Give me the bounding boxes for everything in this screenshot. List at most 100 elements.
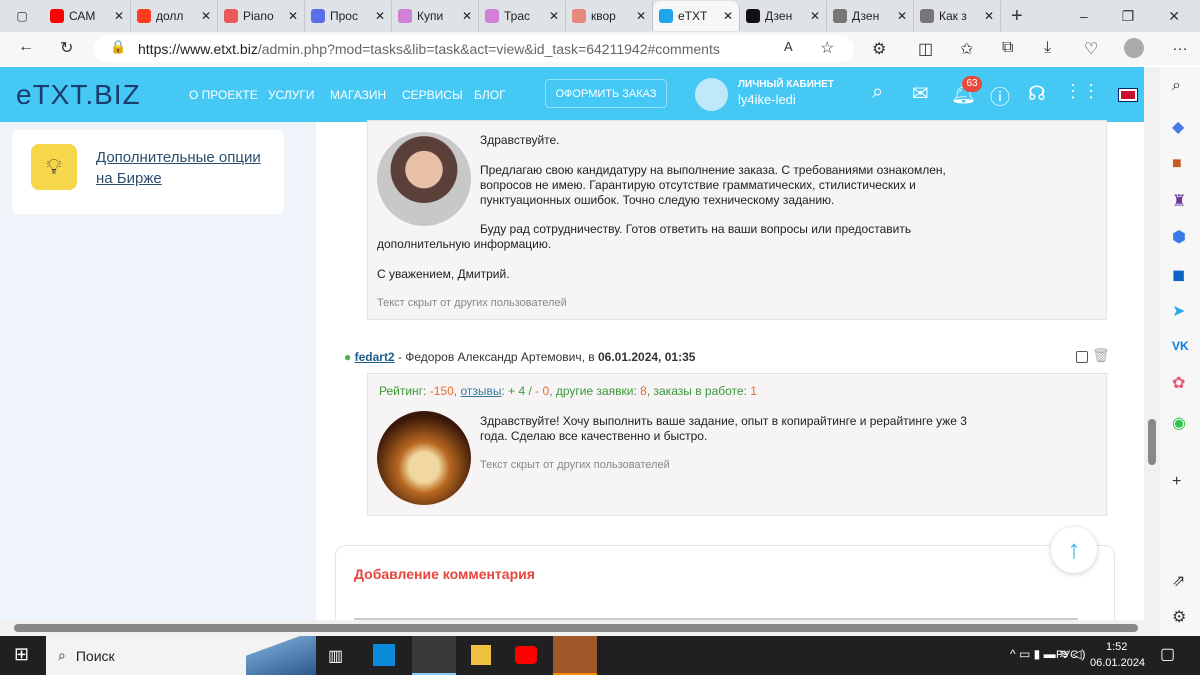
reviews-link[interactable]: отзывы: [460, 384, 501, 398]
tab-favicon-icon: [659, 9, 673, 23]
clock-date[interactable]: 06.01.2024: [1090, 657, 1145, 669]
browser-tab[interactable]: eTXT ✕: [653, 1, 740, 31]
close-tab-icon[interactable]: ✕: [288, 9, 298, 23]
mail-icon[interactable]: ✉: [912, 81, 929, 106]
browser-tab[interactable]: Piano ✕: [218, 1, 305, 31]
nav-services[interactable]: УСЛУГИ: [268, 88, 315, 102]
language-flag-icon[interactable]: [1118, 88, 1138, 102]
user-avatar[interactable]: [695, 78, 728, 111]
clock-time[interactable]: 1:52: [1106, 641, 1127, 653]
settings-icon[interactable]: ⚙: [1172, 607, 1186, 627]
nav-shop[interactable]: МАГАЗИН: [330, 88, 386, 102]
extensions-icon[interactable]: ⚙: [872, 39, 886, 59]
tab-actions-icon[interactable]: ▢: [0, 9, 44, 23]
browser-tab[interactable]: Купи ✕: [392, 1, 479, 31]
support-headset-icon[interactable]: ☊: [1028, 81, 1046, 106]
new-tab-button[interactable]: +: [1001, 5, 1033, 28]
more-menu-icon[interactable]: …: [1172, 37, 1188, 55]
commenter-photo: [377, 132, 471, 226]
order-button[interactable]: ОФОРМИТЬ ЗАКАЗ: [545, 79, 667, 108]
search-icon[interactable]: ⌕: [872, 81, 883, 104]
minimize-button[interactable]: –: [1080, 8, 1088, 25]
favorites-icon[interactable]: ✩: [960, 39, 973, 59]
tab-favicon-icon: [50, 9, 64, 23]
nav-blog[interactable]: БЛОГ: [474, 88, 506, 102]
shopping-tag-icon[interactable]: ◆: [1172, 117, 1184, 137]
send-icon[interactable]: ➤: [1172, 301, 1185, 321]
task-view-icon[interactable]: ▥: [328, 646, 343, 666]
select-checkbox[interactable]: [1076, 351, 1088, 363]
split-screen-icon[interactable]: ◫: [918, 39, 933, 59]
health-icon[interactable]: ♡: [1084, 39, 1098, 59]
nav-tools[interactable]: СЕРВИСЫ: [402, 88, 463, 102]
user-link[interactable]: fedart2: [355, 350, 395, 364]
myhp-icon[interactable]: [373, 644, 395, 666]
close-tab-icon[interactable]: ✕: [375, 9, 385, 23]
tab-title: долл: [156, 9, 184, 23]
lightbulb-icon: 💡︎: [31, 144, 77, 190]
close-tab-icon[interactable]: ✕: [462, 9, 472, 23]
toolbox-icon[interactable]: ■: [1172, 155, 1182, 173]
browser-tab[interactable]: Дзен ✕: [827, 1, 914, 31]
games-icon[interactable]: ♜: [1172, 191, 1186, 211]
flower-icon[interactable]: ✿: [1172, 373, 1185, 393]
extra-options-link[interactable]: Дополнительные опции на Бирже: [96, 147, 266, 189]
youtube-icon[interactable]: [515, 646, 537, 664]
browser-tab[interactable]: долл ✕: [131, 1, 218, 31]
profile-avatar[interactable]: [1124, 38, 1144, 58]
tab-title: Piano: [243, 9, 274, 23]
close-tab-icon[interactable]: ✕: [636, 9, 646, 23]
add-icon[interactable]: +: [1172, 473, 1181, 491]
cabinet-label[interactable]: ЛИЧНЫЙ КАБИНЕТ: [738, 79, 834, 90]
file-explorer-icon[interactable]: [471, 645, 491, 665]
scroll-to-top-button[interactable]: ↑: [1051, 527, 1097, 573]
close-tab-icon[interactable]: ✕: [549, 9, 559, 23]
refresh-icon[interactable]: ↻: [60, 38, 73, 58]
left-sidebar: 💡︎ Дополнительные опции на Бирже: [0, 122, 316, 620]
back-icon[interactable]: ←: [18, 38, 34, 56]
scroll-thumb[interactable]: [14, 624, 1138, 632]
close-tab-icon[interactable]: ✕: [810, 9, 820, 23]
vk-icon[interactable]: VK: [1172, 339, 1189, 353]
browser-tab[interactable]: Трас ✕: [479, 1, 566, 31]
language-indicator[interactable]: РУС: [1056, 649, 1078, 661]
edge-taskbar-icon[interactable]: [412, 636, 456, 675]
tab-title: квор: [591, 9, 616, 23]
apps-grid-icon[interactable]: ⋮⋮: [1064, 81, 1100, 102]
close-tab-icon[interactable]: ✕: [201, 9, 211, 23]
username[interactable]: ly4ike-ledi: [738, 92, 796, 107]
maximize-button[interactable]: ❐: [1122, 8, 1135, 25]
collections-icon[interactable]: ⧉: [1002, 39, 1013, 57]
downloads-icon[interactable]: ⤓: [1044, 39, 1051, 57]
windows-start-icon[interactable]: ⊞: [14, 644, 29, 665]
browser-tab[interactable]: Дзен ✕: [740, 1, 827, 31]
external-link-icon[interactable]: ⇗: [1172, 571, 1185, 591]
site-logo[interactable]: eTXT.BIZ: [16, 79, 141, 111]
browser-tab[interactable]: САМ ✕: [44, 1, 131, 31]
browser-tab[interactable]: Как з ✕: [914, 1, 1001, 31]
taskbar-search[interactable]: ⌕ Поиск: [46, 636, 316, 675]
read-aloud-icon[interactable]: A: [784, 39, 793, 54]
help-icon[interactable]: ⓘ: [990, 81, 1010, 110]
close-tab-icon[interactable]: ✕: [984, 9, 994, 23]
yandex-browser-icon[interactable]: [553, 636, 597, 675]
vertical-scrollbar[interactable]: [1144, 67, 1160, 620]
url-input[interactable]: 🔒 https://www.etxt.biz/admin.php?mod=tas…: [94, 35, 854, 62]
outlook-icon[interactable]: ◼: [1172, 265, 1185, 285]
notifications-icon[interactable]: ▢: [1160, 644, 1175, 664]
horizontal-scrollbar[interactable]: [0, 620, 1160, 636]
app-icon[interactable]: ◉: [1172, 413, 1186, 433]
browser-tab[interactable]: Прос ✕: [305, 1, 392, 31]
close-tab-icon[interactable]: ✕: [897, 9, 907, 23]
browser-tab[interactable]: квор ✕: [566, 1, 653, 31]
close-tab-icon[interactable]: ✕: [723, 9, 733, 23]
comment-body: Рейтинг: -150, отзывы: + 4 / - 0, другие…: [367, 373, 1107, 516]
search-icon[interactable]: ⌕: [1172, 77, 1181, 95]
nav-about[interactable]: О ПРОЕКТЕ: [189, 88, 258, 102]
trash-icon[interactable]: 🗑︎: [1092, 347, 1110, 364]
close-tab-icon[interactable]: ✕: [114, 9, 124, 23]
close-window-button[interactable]: ✕: [1168, 8, 1180, 25]
copilot-icon[interactable]: ⬢: [1172, 227, 1186, 247]
favorite-star-icon[interactable]: ☆: [820, 38, 834, 58]
scroll-thumb[interactable]: [1148, 419, 1156, 465]
